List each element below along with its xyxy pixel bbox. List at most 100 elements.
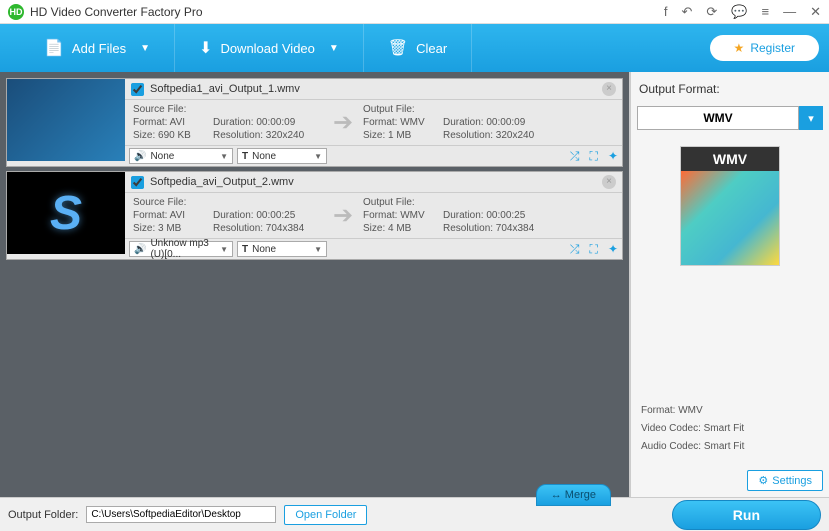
output-folder-input[interactable]: [86, 506, 276, 523]
source-format: Format: AVI: [133, 117, 213, 128]
output-col-1: Output File: Format: WMV Size: 4 MB: [363, 197, 443, 234]
output-label: Output File:: [363, 197, 443, 208]
download-icon: ⬇: [199, 38, 212, 58]
main-area: Softpedia1_avi_Output_1.wmv × Source Fil…: [0, 72, 829, 497]
chevron-down-icon: ▼: [314, 245, 322, 254]
output-resolution: Resolution: 320x240: [443, 130, 553, 141]
subtitle-dropdown[interactable]: T None▼: [237, 148, 327, 164]
meta-audio-codec: Audio Codec: Smart Fit: [641, 438, 819, 456]
meta-video-codec: Video Codec: Smart Fit: [641, 420, 819, 438]
audio-dropdown[interactable]: 🔊 Unknow mp3 (U)[0...▼: [129, 241, 233, 257]
video-thumbnail[interactable]: [7, 79, 125, 161]
audio-value: Unknow mp3 (U)[0...: [150, 238, 216, 260]
close-icon[interactable]: ✕: [810, 4, 821, 20]
source-col-1: Source File: Format: AVI Size: 3 MB: [133, 197, 213, 234]
file-name: Softpedia1_avi_Output_1.wmv: [150, 83, 300, 95]
output-format: Format: WMV: [363, 210, 443, 221]
chevron-down-icon: ▼: [314, 152, 322, 161]
output-size: Size: 4 MB: [363, 223, 443, 234]
settings-label: Settings: [772, 475, 812, 487]
file-footer: 🔊 Unknow mp3 (U)[0...▼ T None▼ ⤮ ⛶ ✦: [125, 238, 622, 259]
source-size: Size: 3 MB: [133, 223, 213, 234]
add-file-icon: 📄: [44, 38, 64, 58]
star-icon: ★: [734, 41, 745, 55]
bottom-bar: ↔ Merge Output Folder: Open Folder Run: [0, 497, 829, 531]
subtitle-value: None: [252, 244, 276, 255]
remove-file-icon[interactable]: ×: [602, 82, 616, 96]
merge-button[interactable]: ↔ Merge: [536, 484, 611, 506]
titlebar-icons: f ↶ ⟳ 💬 ≡ — ✕: [664, 4, 821, 20]
chevron-down-icon: ▼: [220, 245, 228, 254]
remove-file-icon[interactable]: ×: [602, 175, 616, 189]
shuffle-icon[interactable]: ⤮: [570, 149, 580, 164]
toolbar: 📄 Add Files ▼ ⬇ Download Video ▼ 🗑 Clear…: [0, 24, 829, 72]
chat-icon[interactable]: 💬: [731, 4, 747, 20]
file-header: Softpedia_avi_Output_2.wmv ×: [125, 172, 622, 193]
run-button[interactable]: Run: [672, 500, 821, 530]
format-preview-icon[interactable]: WMV: [680, 146, 780, 266]
file-details: Softpedia_avi_Output_2.wmv × Source File…: [125, 172, 622, 259]
output-duration: Duration: 00:00:25: [443, 210, 553, 221]
undo-icon[interactable]: ↶: [682, 4, 693, 20]
effects-icon[interactable]: ✦: [608, 242, 618, 257]
file-body: Source File: Format: AVI Size: 690 KB Du…: [125, 100, 622, 145]
caret-down-icon: ▼: [329, 43, 339, 54]
format-meta: Format: WMV Video Codec: Smart Fit Audio…: [637, 396, 823, 462]
format-badge: WMV: [681, 147, 779, 171]
app-logo: HD: [8, 4, 24, 20]
source-duration: Duration: 00:00:25: [213, 210, 323, 221]
thumb-letter: S: [50, 186, 82, 241]
source-duration: Duration: 00:00:09: [213, 117, 323, 128]
file-footer: 🔊 None▼ T None▼ ⤮ ⛶ ✦: [125, 145, 622, 166]
register-button[interactable]: ★ Register: [710, 35, 819, 61]
download-video-button[interactable]: ⬇ Download Video ▼: [175, 24, 364, 72]
file-body: Source File: Format: AVI Size: 3 MB Dura…: [125, 193, 622, 238]
caret-down-icon: ▼: [140, 43, 150, 54]
crop-icon[interactable]: ⛶: [590, 149, 598, 164]
source-resolution: Resolution: 704x384: [213, 223, 323, 234]
output-col-1: Output File: Format: WMV Size: 1 MB: [363, 104, 443, 141]
source-col-2: Duration: 00:00:09 Resolution: 320x240: [213, 104, 323, 141]
file-item: Softpedia1_avi_Output_1.wmv × Source Fil…: [6, 78, 623, 167]
add-files-button[interactable]: 📄 Add Files ▼: [20, 24, 175, 72]
sync-icon[interactable]: ⟳: [706, 4, 717, 20]
source-size: Size: 690 KB: [133, 130, 213, 141]
output-resolution: Resolution: 704x384: [443, 223, 553, 234]
settings-button[interactable]: ⚙ Settings: [747, 470, 823, 491]
subtitle-dropdown[interactable]: T None▼: [237, 241, 327, 257]
clear-label: Clear: [416, 41, 447, 56]
shuffle-icon[interactable]: ⤮: [570, 242, 580, 257]
output-label: Output File:: [363, 104, 443, 115]
file-name: Softpedia_avi_Output_2.wmv: [150, 176, 294, 188]
menu-icon[interactable]: ≡: [762, 4, 770, 19]
audio-dropdown[interactable]: 🔊 None▼: [129, 148, 233, 164]
chevron-down-icon: ▼: [220, 152, 228, 161]
gear-icon: ⚙: [758, 474, 768, 487]
crop-icon[interactable]: ⛶: [590, 242, 598, 257]
meta-format: Format: WMV: [641, 402, 819, 420]
file-checkbox[interactable]: [131, 176, 144, 189]
output-format-panel: Output Format: WMV ▾ WMV Format: WMV Vid…: [629, 72, 829, 497]
output-col-2: Duration: 00:00:25 Resolution: 704x384: [443, 197, 553, 234]
effects-icon[interactable]: ✦: [608, 149, 618, 164]
output-folder-label: Output Folder:: [8, 509, 78, 521]
audio-value: None: [150, 151, 174, 162]
format-select: WMV ▾: [637, 106, 823, 130]
format-dropdown-button[interactable]: ▾: [799, 106, 823, 130]
add-files-label: Add Files: [72, 41, 126, 56]
file-checkbox[interactable]: [131, 83, 144, 96]
clear-button[interactable]: 🗑 Clear: [364, 24, 472, 72]
minimize-icon[interactable]: —: [783, 4, 796, 19]
file-action-icons: ⤮ ⛶ ✦: [570, 242, 618, 257]
facebook-icon[interactable]: f: [664, 4, 668, 19]
trash-icon: 🗑: [388, 38, 408, 58]
source-col-1: Source File: Format: AVI Size: 690 KB: [133, 104, 213, 141]
file-details: Softpedia1_avi_Output_1.wmv × Source Fil…: [125, 79, 622, 166]
source-resolution: Resolution: 320x240: [213, 130, 323, 141]
register-label: Register: [750, 41, 795, 55]
format-value: WMV: [637, 106, 799, 130]
open-folder-button[interactable]: Open Folder: [284, 505, 367, 525]
video-thumbnail[interactable]: S: [7, 172, 125, 254]
download-video-label: Download Video: [220, 41, 314, 56]
output-size: Size: 1 MB: [363, 130, 443, 141]
